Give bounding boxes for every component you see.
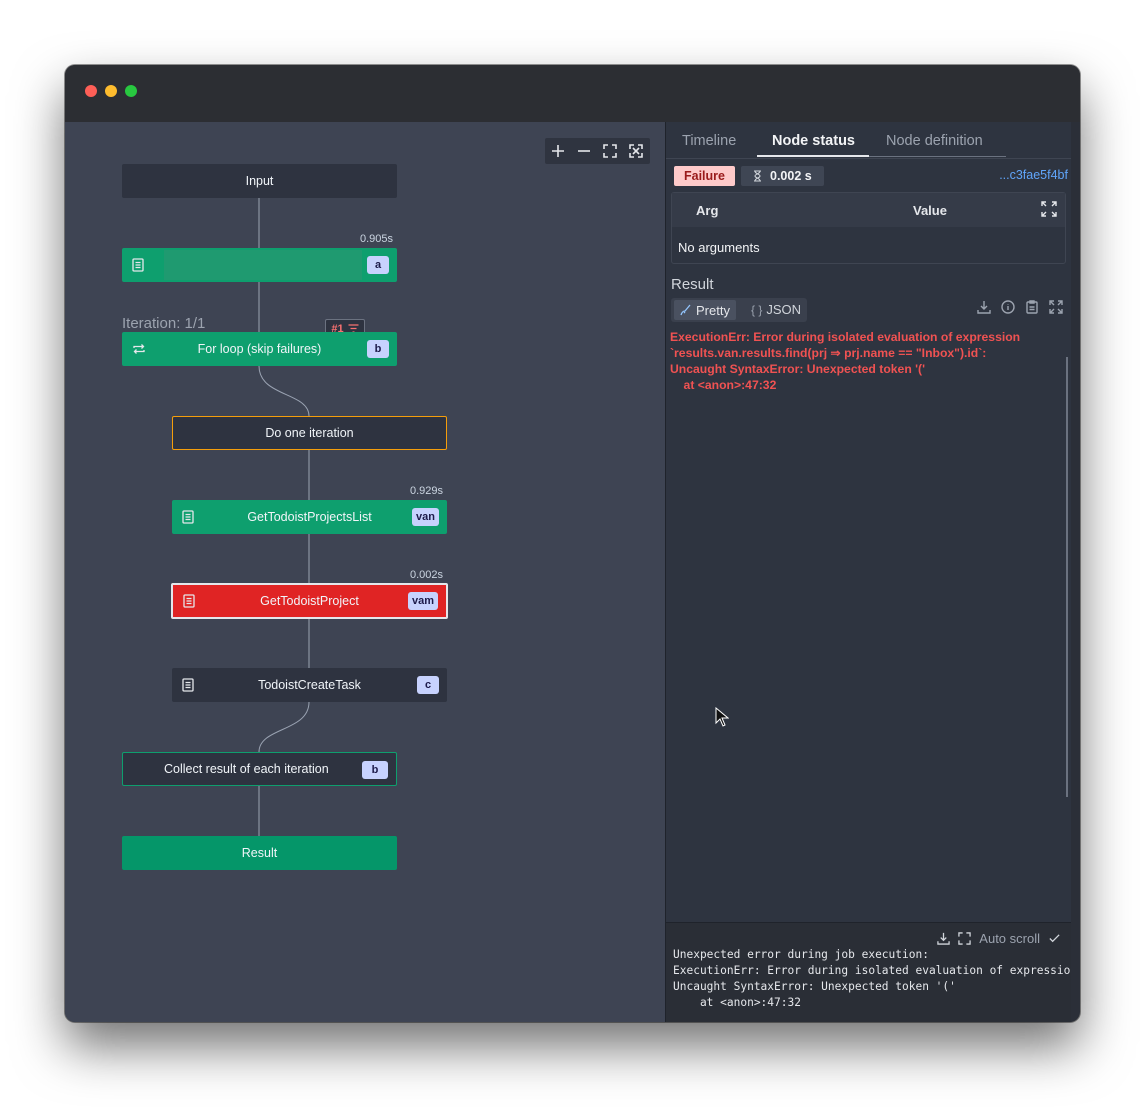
- node-id-badge: a: [367, 256, 389, 274]
- plus-icon: [552, 145, 564, 157]
- node-input[interactable]: Input: [122, 164, 397, 198]
- node-timing: 0.002s: [410, 569, 444, 581]
- node-timing: 0.905s: [360, 233, 394, 245]
- tab-node-status[interactable]: Node status: [772, 133, 855, 149]
- app-window: Input 0.905s a Iteration: 1/1 #1 For loo…: [65, 65, 1080, 1022]
- duration-badge: 0.002 s: [741, 166, 824, 186]
- info-icon[interactable]: [1001, 300, 1015, 314]
- auto-scroll-label[interactable]: Auto scroll: [979, 931, 1040, 946]
- node-label: Do one iteration: [265, 426, 354, 440]
- result-scrollbar[interactable]: [1066, 357, 1068, 797]
- node-label: Collect result of each iteration: [164, 762, 329, 776]
- column-header-value: Value: [913, 203, 947, 218]
- log-toolbar: Auto scroll: [937, 931, 1061, 946]
- graph-zoom-controls: [545, 138, 650, 164]
- node-label: For loop (skip failures): [197, 342, 322, 356]
- panel-tabs: Timeline Node status Node definition: [666, 122, 1071, 159]
- node-id-badge: vam: [407, 592, 438, 610]
- download-icon[interactable]: [977, 300, 991, 314]
- arguments-table-header: Arg Value: [672, 193, 1065, 227]
- fit-view-icon: [603, 144, 617, 158]
- node-get-todoist-project[interactable]: GetTodoistProject vam: [171, 583, 448, 619]
- iteration-label: Iteration: 1/1: [122, 315, 206, 332]
- result-section-title: Result: [671, 276, 714, 293]
- zoom-in-button[interactable]: [545, 138, 571, 164]
- node-todoist-create-task[interactable]: TodoistCreateTask c: [172, 668, 447, 702]
- active-tab-indicator: [757, 155, 869, 157]
- node-label: TodoistCreateTask: [258, 678, 361, 692]
- duration-value: 0.002 s: [770, 169, 812, 183]
- mouse-pointer-icon: [715, 707, 729, 727]
- close-window-button[interactable]: [85, 85, 97, 97]
- edge-loop-do: [258, 365, 310, 417]
- job-logs: Auto scroll Unexpected error during job …: [666, 922, 1071, 1022]
- node-do-one-iteration[interactable]: Do one iteration: [172, 416, 447, 450]
- node-id-badge: b: [362, 761, 388, 779]
- job-status-row: Failure 0.002 s ...c3fae5f4bf: [674, 166, 1068, 186]
- tab-divider: [869, 156, 1006, 157]
- result-view-toggle: Pretty { } JSON: [671, 298, 807, 322]
- maximize-window-button[interactable]: [125, 85, 137, 97]
- result-actions: [977, 300, 1063, 314]
- brush-icon: [680, 304, 691, 316]
- tab-timeline[interactable]: Timeline: [682, 133, 736, 149]
- minimize-window-button[interactable]: [105, 85, 117, 97]
- node-for-loop[interactable]: For loop (skip failures) b: [122, 332, 397, 366]
- fullscreen-button[interactable]: [623, 138, 649, 164]
- edge-create-collect: [258, 701, 310, 753]
- title-bar: [65, 65, 1080, 122]
- script-icon: [182, 510, 194, 524]
- arguments-empty-text: No arguments: [678, 240, 760, 255]
- progress-fill: [164, 250, 362, 280]
- clipboard-icon[interactable]: [1025, 300, 1039, 314]
- tab-node-definition[interactable]: Node definition: [886, 133, 983, 149]
- view-pretty-label: Pretty: [696, 302, 730, 318]
- node-label: GetTodoistProjectsList: [247, 510, 372, 524]
- details-panel: Timeline Node status Node definition Fai…: [665, 122, 1071, 1022]
- node-id-badge: van: [412, 508, 439, 526]
- node-label: Input: [245, 174, 274, 188]
- view-pretty-button[interactable]: Pretty: [674, 300, 736, 320]
- minus-icon: [578, 150, 590, 152]
- node-timing: 0.929s: [410, 485, 444, 497]
- fit-view-button[interactable]: [597, 138, 623, 164]
- node-collect-results[interactable]: Collect result of each iteration b: [122, 752, 397, 786]
- view-json-button[interactable]: { } JSON: [751, 302, 801, 317]
- loop-icon: [132, 342, 146, 356]
- arguments-table: Arg Value No arguments: [671, 192, 1066, 264]
- node-step-a[interactable]: a: [122, 248, 397, 282]
- script-icon: [182, 678, 194, 692]
- hourglass-icon: [754, 170, 761, 182]
- result-error-message: ExecutionErr: Error during isolated eval…: [670, 330, 1021, 392]
- job-id-link[interactable]: ...c3fae5f4bf: [999, 168, 1068, 182]
- flow-graph-canvas[interactable]: Input 0.905s a Iteration: 1/1 #1 For loo…: [65, 122, 665, 1022]
- log-output: Unexpected error during job execution: E…: [673, 948, 1071, 1009]
- check-icon[interactable]: [1048, 932, 1061, 945]
- column-header-arg: Arg: [696, 203, 719, 218]
- braces-icon: { }: [751, 302, 763, 317]
- zoom-out-button[interactable]: [571, 138, 597, 164]
- node-id-badge: b: [367, 340, 389, 358]
- script-icon: [132, 258, 144, 272]
- expand-icon[interactable]: [1041, 201, 1057, 217]
- node-get-todoist-projects-list[interactable]: GetTodoistProjectsList van: [172, 500, 447, 534]
- expand-icon[interactable]: [1049, 300, 1063, 314]
- script-icon: [183, 594, 195, 608]
- expand-icon: [629, 144, 643, 158]
- node-result[interactable]: Result: [122, 836, 397, 870]
- download-icon[interactable]: [937, 932, 951, 945]
- node-label: GetTodoistProject: [260, 594, 359, 608]
- node-label: Result: [241, 846, 278, 860]
- expand-icon[interactable]: [958, 932, 972, 945]
- view-json-label: JSON: [766, 302, 802, 317]
- status-badge: Failure: [674, 166, 735, 186]
- node-id-badge: c: [417, 676, 439, 694]
